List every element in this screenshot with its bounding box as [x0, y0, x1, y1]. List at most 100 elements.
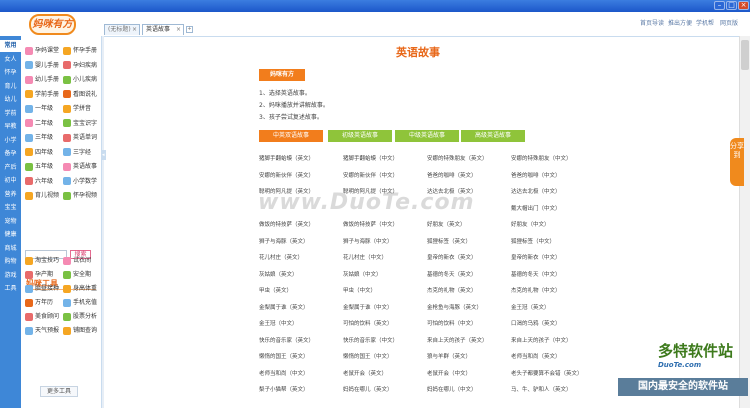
story-link[interactable]: 杰克的礼物（英文）: [427, 286, 477, 294]
maximize-button[interactable]: □: [726, 1, 737, 10]
story-link[interactable]: 花儿村庄（中文）: [343, 253, 387, 261]
story-link[interactable]: 做饭的特技萨（英文）: [259, 220, 314, 228]
sidebar-item[interactable]: 英语单词: [63, 133, 97, 142]
story-link[interactable]: 爸爸的咖啡（英文）: [427, 171, 477, 179]
left-nav-item[interactable]: 产后: [0, 162, 21, 174]
sidebar-item[interactable]: 一年级: [25, 104, 53, 113]
left-nav-item[interactable]: 学前: [0, 108, 21, 120]
story-link[interactable]: 基德的冬天（中文）: [511, 270, 561, 278]
left-nav-item[interactable]: 育儿: [0, 81, 21, 93]
more-tools-button[interactable]: 更多工具: [40, 386, 78, 397]
story-link[interactable]: 猪脚手翻蛤蟆（英文）: [259, 154, 314, 162]
tool-item[interactable]: 手机充值: [63, 298, 97, 307]
sidebar-item[interactable]: 怀孕视频: [63, 191, 97, 200]
sidebar-item[interactable]: 孕妇疾病: [63, 61, 97, 70]
story-link[interactable]: 好朋友（中文）: [511, 220, 550, 228]
tool-item[interactable]: 胎昼接种: [25, 284, 59, 293]
left-nav-item[interactable]: 营养: [0, 189, 21, 201]
story-link[interactable]: 皇帝的新衣（英文）: [427, 253, 477, 261]
minimize-button[interactable]: –: [714, 1, 725, 10]
tool-item[interactable]: 淘宝技巧: [25, 256, 59, 265]
story-link[interactable]: 来自上天的孩子（中文）: [511, 336, 572, 344]
sidebar-item[interactable]: 孕妈课堂: [25, 46, 59, 55]
left-nav-item[interactable]: 备孕: [0, 148, 21, 160]
add-tab-button[interactable]: +: [186, 26, 193, 33]
story-link[interactable]: 快乐的音乐家（英文）: [259, 336, 314, 344]
story-link[interactable]: 口渴的乌鸦（英文）: [511, 319, 561, 327]
left-nav-item[interactable]: 工具: [0, 283, 21, 295]
scrollbar-thumb[interactable]: [741, 40, 749, 70]
story-link[interactable]: 灰姑娘（英文）: [259, 270, 298, 278]
left-nav-item[interactable]: 商城: [0, 243, 21, 255]
category-tab[interactable]: 高级英语故事: [461, 130, 525, 142]
sidebar-item[interactable]: 二年级: [25, 119, 53, 128]
share-button[interactable]: 分享到: [730, 138, 744, 186]
tool-item[interactable]: 孕产期: [25, 270, 53, 279]
story-link[interactable]: 安娜的特殊朋友（英文）: [427, 154, 488, 162]
left-nav-item[interactable]: 购物: [0, 256, 21, 268]
left-nav-item[interactable]: 女人: [0, 54, 21, 66]
left-nav-item[interactable]: 早教: [0, 121, 21, 133]
story-link[interactable]: 达达去北极（中文）: [511, 187, 561, 195]
story-link[interactable]: 猪脚手翻蛤蟆（中文）: [343, 154, 398, 162]
sidebar-item[interactable]: 四年级: [25, 148, 53, 157]
tool-item[interactable]: 万年历: [25, 298, 53, 307]
story-link[interactable]: 安娜的新伙伴（中文）: [343, 171, 398, 179]
tool-item[interactable]: 铺图查询: [63, 326, 97, 335]
story-link[interactable]: 灰姑娘（中文）: [343, 270, 382, 278]
story-link[interactable]: 皇帝的新衣（中文）: [511, 253, 561, 261]
story-link[interactable]: 好朋友（英文）: [427, 220, 466, 228]
sidebar-item[interactable]: 五年级: [25, 162, 53, 171]
story-link[interactable]: 金枪鱼与海豚（英文）: [427, 303, 482, 311]
sidebar-item[interactable]: 英语故事: [63, 162, 97, 171]
sidebar-item[interactable]: 六年级: [25, 177, 53, 186]
sidebar-item[interactable]: 怀孕手册: [63, 46, 97, 55]
story-link[interactable]: 安娜的特殊朋友（中文）: [511, 154, 572, 162]
story-link[interactable]: 爸爸的咖啡（中文）: [511, 171, 561, 179]
left-nav-item[interactable]: 常用: [0, 40, 21, 52]
left-nav-item[interactable]: 宝宝: [0, 202, 21, 214]
story-link[interactable]: 安娜的新伙伴（英文）: [259, 171, 314, 179]
left-nav-item[interactable]: 游戏: [0, 270, 21, 282]
story-link[interactable]: 戴大帽出门（中文）: [511, 204, 561, 212]
category-tab[interactable]: 初级英语故事: [328, 130, 392, 142]
left-nav-item[interactable]: 幼儿: [0, 94, 21, 106]
left-nav-item[interactable]: 怀孕: [0, 67, 21, 79]
toplink-mobile[interactable]: 学机帮: [696, 18, 714, 27]
story-link[interactable]: 快乐的音乐家（中文）: [343, 336, 398, 344]
story-link[interactable]: 狐狸标签（英文）: [427, 237, 471, 245]
story-link[interactable]: 甲虫（中文）: [343, 286, 376, 294]
story-link[interactable]: 老鼠开会（英文）: [343, 369, 387, 377]
sidebar-item[interactable]: 学拼音: [63, 104, 91, 113]
close-button[interactable]: ×: [738, 1, 749, 10]
tool-item[interactable]: 股票分析: [63, 312, 97, 321]
story-link[interactable]: 狐狸标签（中文）: [511, 237, 555, 245]
story-link[interactable]: 可怕的饮料（中文）: [427, 319, 477, 327]
story-link[interactable]: 做饭的特技萨（中文）: [343, 220, 398, 228]
sidebar-item[interactable]: 三年级: [25, 133, 53, 142]
tab-untitled[interactable]: (无标题) ×: [104, 24, 140, 35]
story-link[interactable]: 来自上天的孩子（英文）: [427, 336, 488, 344]
story-link[interactable]: 甲虫（英文）: [259, 286, 292, 294]
story-link[interactable]: 狮子与海豚（中文）: [343, 237, 393, 245]
sidebar-item[interactable]: 学前手册: [25, 90, 59, 99]
story-link[interactable]: 金王冠（中文）: [259, 319, 298, 327]
story-link[interactable]: 懒惰的国王（中文）: [343, 352, 393, 360]
tool-item[interactable]: 美食顾问: [25, 312, 59, 321]
app-logo[interactable]: 妈咪有方: [29, 14, 76, 35]
story-link[interactable]: 金梨属于谁（英文）: [259, 303, 309, 311]
tab-close-icon[interactable]: ×: [132, 25, 137, 35]
story-link[interactable]: 狼与羊群（英文）: [427, 352, 471, 360]
story-link[interactable]: 妈妈在哪儿（中文）: [427, 385, 477, 393]
left-nav-item[interactable]: 小学: [0, 135, 21, 147]
tab-english-stories[interactable]: 英语故事 ×: [142, 24, 184, 35]
sidebar-item[interactable]: 小学数学: [63, 177, 97, 186]
tab-close-icon[interactable]: ×: [176, 25, 181, 35]
sidebar-item[interactable]: 育儿视频: [25, 191, 59, 200]
sidebar-item[interactable]: 宝宝识字: [63, 119, 97, 128]
sidebar-item[interactable]: 幼儿手册: [25, 75, 59, 84]
toplink-web[interactable]: 网页版: [720, 18, 738, 27]
category-tab[interactable]: 中英双语故事: [259, 130, 323, 142]
left-nav-item[interactable]: 初中: [0, 175, 21, 187]
toplink-home[interactable]: 首页导读: [640, 18, 664, 27]
